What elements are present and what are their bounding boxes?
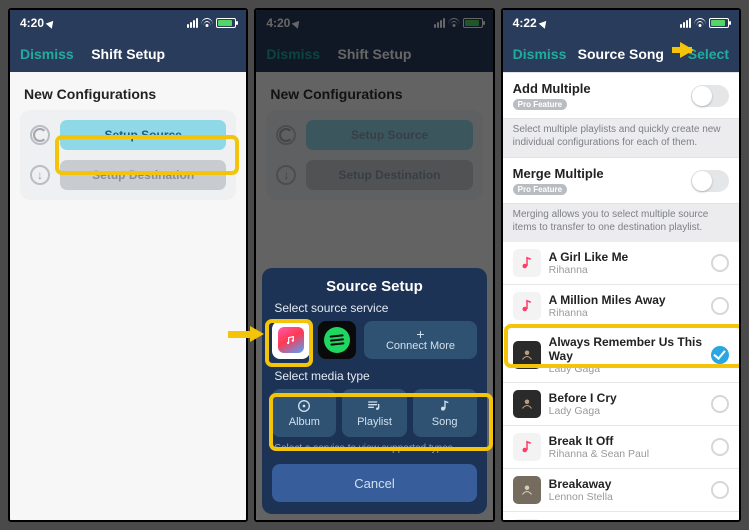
song-radio[interactable]: [711, 254, 729, 272]
song-cover: [513, 292, 541, 320]
step-icon-source: [30, 125, 50, 145]
song-row[interactable]: Always Remember Us This WayLady Gaga: [503, 328, 739, 383]
add-multiple-explain: Select multiple playlists and quickly cr…: [503, 119, 739, 157]
dismiss-button[interactable]: Dismiss: [20, 46, 74, 62]
song-radio[interactable]: [711, 346, 729, 364]
connect-more-button[interactable]: + Connect More: [364, 321, 476, 359]
merge-multiple-label: Merge Multiple: [513, 166, 604, 181]
setup-destination-button[interactable]: Setup Destination: [60, 160, 226, 190]
song-cover: [513, 476, 541, 504]
song-cover: [513, 433, 541, 461]
song-row[interactable]: A Million Miles AwayRihanna: [503, 285, 739, 328]
apple-music-icon: [278, 327, 304, 353]
song-artist: Rihanna: [549, 264, 703, 276]
song-title: A Million Miles Away: [549, 293, 703, 307]
source-service-label: Select source service: [274, 301, 474, 315]
wifi-icon: [201, 18, 213, 28]
signal-icon: [680, 18, 691, 28]
media-album-label: Album: [289, 416, 320, 428]
add-multiple-toggle[interactable]: [691, 85, 729, 107]
song-cover: [513, 341, 541, 369]
pro-badge: Pro Feature: [513, 184, 567, 195]
nav-title: Source Song: [578, 46, 664, 62]
step-icon-dest: ↓: [30, 165, 50, 185]
status-bar: 4:22: [503, 10, 739, 36]
media-song-button[interactable]: Song: [413, 389, 477, 437]
song-radio[interactable]: [711, 481, 729, 499]
setup-source-button[interactable]: Setup Source: [60, 120, 226, 150]
section-title: New Configurations: [24, 86, 236, 102]
song-artist: Rihanna & Sean Paul: [549, 448, 703, 460]
battery-icon: [709, 18, 729, 28]
pro-badge: Pro Feature: [513, 99, 567, 110]
song-title: Always Remember Us This Way: [549, 335, 703, 363]
location-icon: [46, 18, 57, 29]
wifi-icon: [694, 18, 706, 28]
song-artist: Lady Gaga: [549, 363, 703, 375]
arrow-select: [680, 42, 694, 58]
song-title: A Girl Like Me: [549, 250, 703, 264]
song-radio[interactable]: [711, 395, 729, 413]
song-row[interactable]: Break It OffRihanna & Sean Paul: [503, 426, 739, 469]
source-setup-sheet: Source Setup Select source service + Con…: [262, 268, 486, 514]
song-title: Break It Off: [549, 434, 703, 448]
nav-bar: Dismiss Source Song Select: [503, 36, 739, 72]
merge-multiple-explain: Merging allows you to select multiple so…: [503, 204, 739, 242]
cancel-button[interactable]: Cancel: [272, 464, 476, 502]
media-playlist-button[interactable]: Playlist: [342, 389, 406, 437]
media-type-label: Select media type: [274, 369, 474, 383]
spotify-icon: [324, 327, 350, 353]
song-artist: Lady Gaga: [549, 405, 703, 417]
plus-icon: +: [416, 328, 424, 340]
song-row[interactable]: BreakawayLennon Stella: [503, 469, 739, 512]
song-row[interactable]: Before I CryLady Gaga: [503, 383, 739, 426]
status-bar: 4:20: [10, 10, 246, 36]
sheet-note: Select a service to view supported types: [274, 443, 474, 454]
service-spotify[interactable]: [318, 321, 356, 359]
status-time: 4:20: [20, 16, 44, 30]
merge-multiple-toggle[interactable]: [691, 170, 729, 192]
song-cover: [513, 519, 541, 520]
status-time: 4:22: [513, 16, 537, 30]
song-artist: Lennon Stella: [549, 491, 703, 503]
add-multiple-label: Add Multiple: [513, 81, 591, 96]
song-row[interactable]: A Girl Like MeRihanna: [503, 242, 739, 285]
nav-bar: Dismiss Shift Setup: [10, 36, 246, 72]
media-song-label: Song: [432, 416, 458, 428]
service-apple-music[interactable]: [272, 321, 310, 359]
song-row[interactable]: ClumsyFergie: [503, 512, 739, 520]
dismiss-button[interactable]: Dismiss: [513, 46, 567, 62]
media-album-button[interactable]: Album: [272, 389, 336, 437]
location-icon: [538, 18, 549, 29]
add-multiple-row[interactable]: Add Multiple Pro Feature: [503, 73, 739, 118]
sheet-title: Source Setup: [272, 278, 476, 295]
merge-multiple-row[interactable]: Merge Multiple Pro Feature: [503, 158, 739, 203]
media-playlist-label: Playlist: [357, 416, 392, 428]
song-artist: Rihanna: [549, 307, 703, 319]
song-cover: [513, 390, 541, 418]
song-radio[interactable]: [711, 438, 729, 456]
song-radio[interactable]: [711, 297, 729, 315]
song-title: Breakaway: [549, 477, 703, 491]
battery-icon: [216, 18, 236, 28]
nav-title: Shift Setup: [91, 46, 165, 62]
song-cover: [513, 249, 541, 277]
connect-more-label: Connect More: [386, 340, 455, 352]
signal-icon: [187, 18, 198, 28]
song-title: Before I Cry: [549, 391, 703, 405]
song-list: A Girl Like MeRihannaA Million Miles Awa…: [503, 242, 739, 520]
